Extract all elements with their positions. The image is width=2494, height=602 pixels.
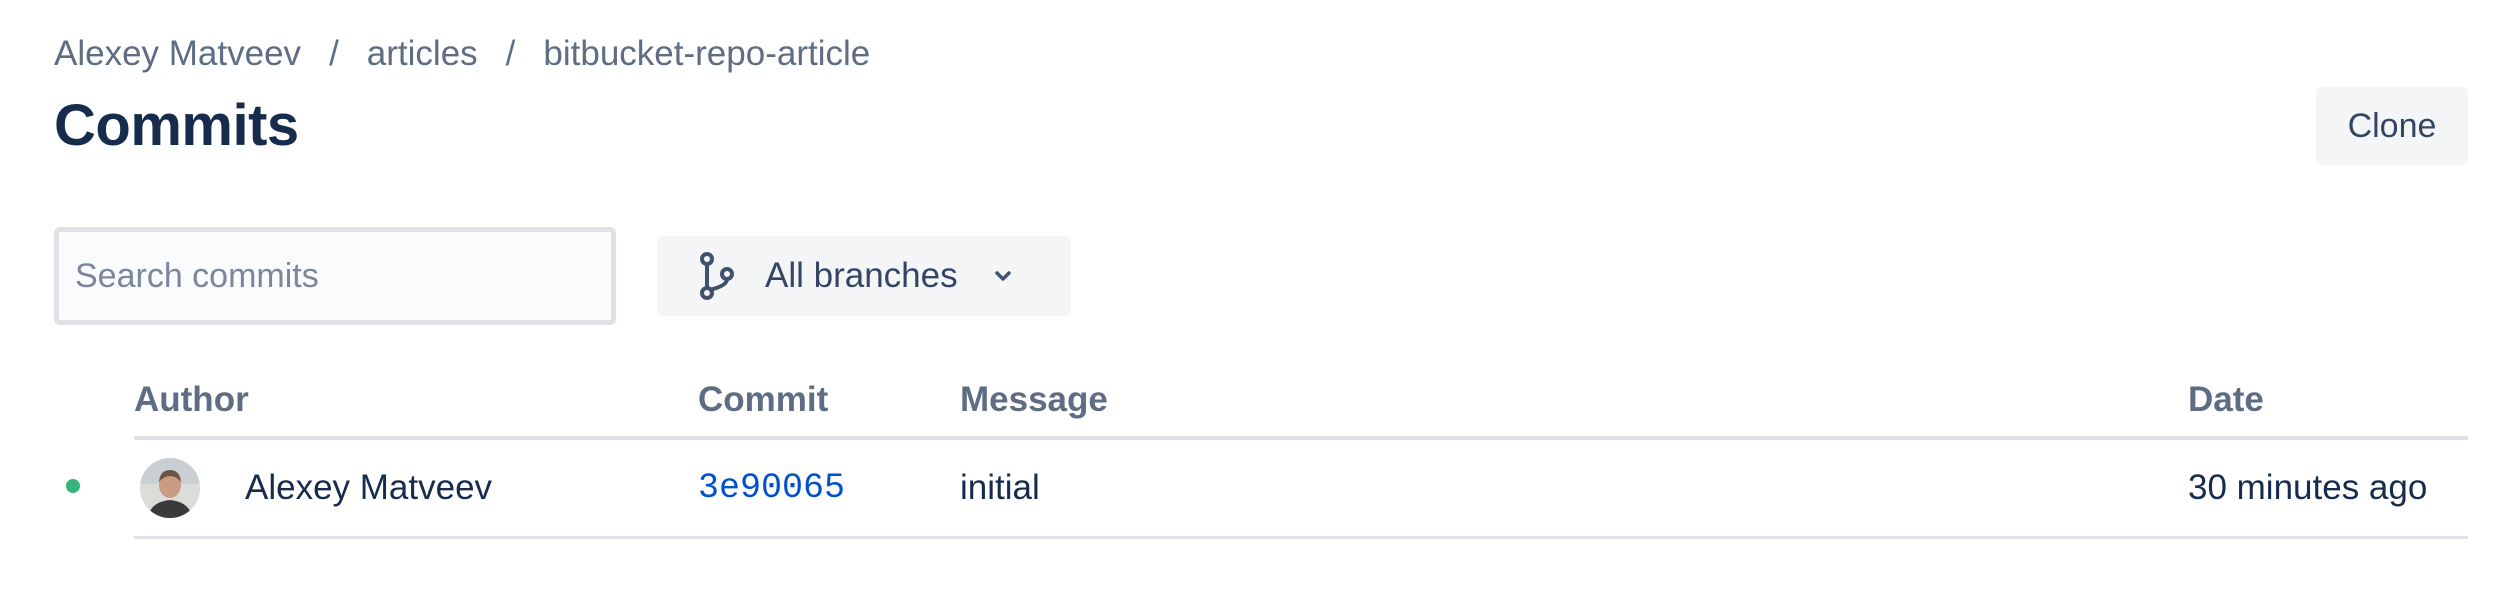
clone-button[interactable]: Clone	[2316, 87, 2468, 165]
commit-author: Alexey Matveev	[245, 468, 493, 507]
breadcrumb-separator: /	[505, 34, 516, 73]
commit-hash-cell: 3e90065	[698, 466, 845, 508]
breadcrumb-item-repo[interactable]: bitbucket-repo-article	[543, 34, 870, 74]
table-row-divider	[134, 536, 2468, 539]
avatar[interactable]	[140, 458, 200, 518]
branch-selector-label: All branches	[765, 256, 958, 295]
column-header-date: Date	[2188, 380, 2264, 419]
commit-hash-link[interactable]: 3e90065	[698, 468, 845, 508]
branch-icon	[697, 252, 737, 300]
breadcrumb-item-project[interactable]: articles	[367, 34, 478, 74]
breadcrumb-separator: /	[329, 34, 339, 73]
table-header-divider	[134, 436, 2468, 440]
column-header-author: Author	[134, 380, 249, 419]
breadcrumb: Alexey Matveev / articles / bitbucket-re…	[54, 34, 870, 74]
build-status-indicator	[66, 479, 80, 493]
search-commits-input[interactable]	[54, 227, 616, 325]
column-header-commit: Commit	[698, 380, 829, 419]
breadcrumb-item-owner[interactable]: Alexey Matveev	[54, 34, 301, 74]
commit-date: 30 minutes ago	[2188, 468, 2428, 507]
column-header-message: Message	[960, 380, 1108, 419]
page-title: Commits	[54, 93, 299, 158]
commit-message: initial	[960, 468, 1040, 507]
commits-page: Alexey Matveev / articles / bitbucket-re…	[0, 0, 2494, 602]
branch-selector[interactable]: All branches	[657, 236, 1071, 316]
chevron-down-icon	[992, 265, 1014, 287]
